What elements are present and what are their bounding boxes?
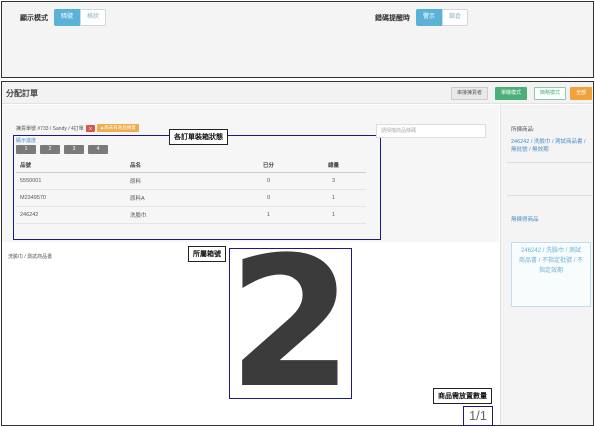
single-machine-mode-button[interactable]: 單機模式 xyxy=(495,87,528,100)
order-items-table: 品號 品名 已分 總量 5550001 原料 0 3 M2349570 原料A … xyxy=(16,158,366,224)
cell-allocated: 0 xyxy=(236,172,301,190)
error-prompt-label: 錯碼提醒時 xyxy=(375,14,410,22)
cell-total: 1 xyxy=(301,206,366,224)
box-number: 2 xyxy=(229,248,352,399)
allocate-order-window: 分配訂單 串接揀貨者 單機模式 簡略模式 全部 揀貨單號 #733 / Sand… xyxy=(1,81,594,426)
column-header-item-no: 品號 xyxy=(16,158,126,173)
display-mode-option-grid[interactable]: 格狀 xyxy=(80,9,107,26)
box-number-display: 2 xyxy=(229,248,352,399)
column-header-allocated: 已分 xyxy=(236,158,301,173)
table-row: 246242 洗臉巾 1 1 xyxy=(16,206,366,224)
order-pagination: 1 2 3 4 xyxy=(16,145,108,154)
annotation-quantity: 商品需放置數量 xyxy=(433,388,492,404)
cell-total: 1 xyxy=(301,189,366,207)
progress-label[interactable]: 顯示進度 xyxy=(16,137,36,144)
table-header-row: 品號 品名 已分 總量 xyxy=(16,158,366,173)
status-badge: ▲尚未有商品揀貨 xyxy=(96,124,139,132)
column-header-item-name: 品名 xyxy=(126,158,236,173)
sidebar-divider xyxy=(507,195,592,196)
picked-products-sidebar: 所揀商品: 246242 / 洗臉巾 / 測試商品書 / 無批號 / 無效期 無… xyxy=(500,105,593,425)
cell-total: 3 xyxy=(301,172,366,190)
remove-order-tag[interactable]: X xyxy=(85,124,95,132)
annotation-order-status: 各訂單裝箱狀態 xyxy=(169,129,228,145)
cell-item-name: 原料A xyxy=(126,189,236,207)
cell-item-name: 洗臉巾 xyxy=(126,206,236,224)
cell-item-name: 原料 xyxy=(126,172,236,190)
sidebar-divider xyxy=(507,162,592,163)
display-mode-option-code[interactable]: 暗號 xyxy=(54,9,81,26)
page-button-1[interactable]: 1 xyxy=(16,145,36,154)
cell-item-no: M2349570 xyxy=(16,189,126,207)
barcode-search-input[interactable] xyxy=(376,124,486,138)
error-prompt-row: 錯碼提醒時 警示 鎖倉 xyxy=(375,9,469,26)
page-title: 分配訂單 xyxy=(6,89,38,98)
column-header-total: 總量 xyxy=(301,158,366,173)
cell-allocated: 1 xyxy=(236,206,301,224)
display-mode-label: 顯示模式 xyxy=(20,14,48,22)
display-mode-toggle: 暗號 格狀 xyxy=(54,9,107,26)
current-product-name: 洗臉巾 / 測試商品書 xyxy=(8,254,53,260)
order-info: 揀貨單號 #733 / Sandy / 4訂單 X ▲尚未有商品揀貨 xyxy=(16,124,139,132)
no-picked-products-link[interactable]: 無揀得商品 xyxy=(511,216,591,224)
page-button-3[interactable]: 3 xyxy=(64,145,84,154)
error-prompt-toggle: 警示 鎖倉 xyxy=(416,9,469,26)
picked-products-label: 所揀商品: xyxy=(511,127,535,133)
cell-item-no: 5550001 xyxy=(16,172,126,190)
display-settings-panel: 顯示模式 暗號 格狀 錯碼提醒時 警示 鎖倉 xyxy=(1,1,594,78)
order-info-text: 揀貨單號 #733 / Sandy / 4訂單 xyxy=(16,125,84,132)
cell-item-no: 246242 xyxy=(16,206,126,224)
current-product-card[interactable]: 246242 / 洗臉巾 / 測試商品書 / 不指定批號 / 不指定效期 xyxy=(511,242,591,307)
page-button-2[interactable]: 2 xyxy=(40,145,60,154)
annotation-box-number: 所屬箱號 xyxy=(188,246,226,262)
all-button[interactable]: 全部 xyxy=(570,87,593,100)
picked-product-link[interactable]: 246242 / 洗臉巾 / 測試商品書 / 無批號 / 無效期 xyxy=(511,138,591,154)
simple-mode-button[interactable]: 簡略模式 xyxy=(534,87,567,100)
window-header: 分配訂單 串接揀貨者 單機模式 簡略模式 全部 xyxy=(2,82,593,104)
quantity-display: 1/1 xyxy=(463,406,493,426)
cell-allocated: 0 xyxy=(236,189,301,207)
table-row: M2349570 原料A 0 1 xyxy=(16,189,366,207)
error-prompt-option-lock[interactable]: 鎖倉 xyxy=(442,9,469,26)
display-mode-row: 顯示模式 暗號 格狀 xyxy=(20,9,107,26)
table-row: 5550001 原料 0 3 xyxy=(16,172,366,190)
page-button-4[interactable]: 4 xyxy=(88,145,108,154)
error-prompt-option-alert[interactable]: 警示 xyxy=(416,9,443,26)
connect-picker-button[interactable]: 串接揀貨者 xyxy=(451,87,489,100)
